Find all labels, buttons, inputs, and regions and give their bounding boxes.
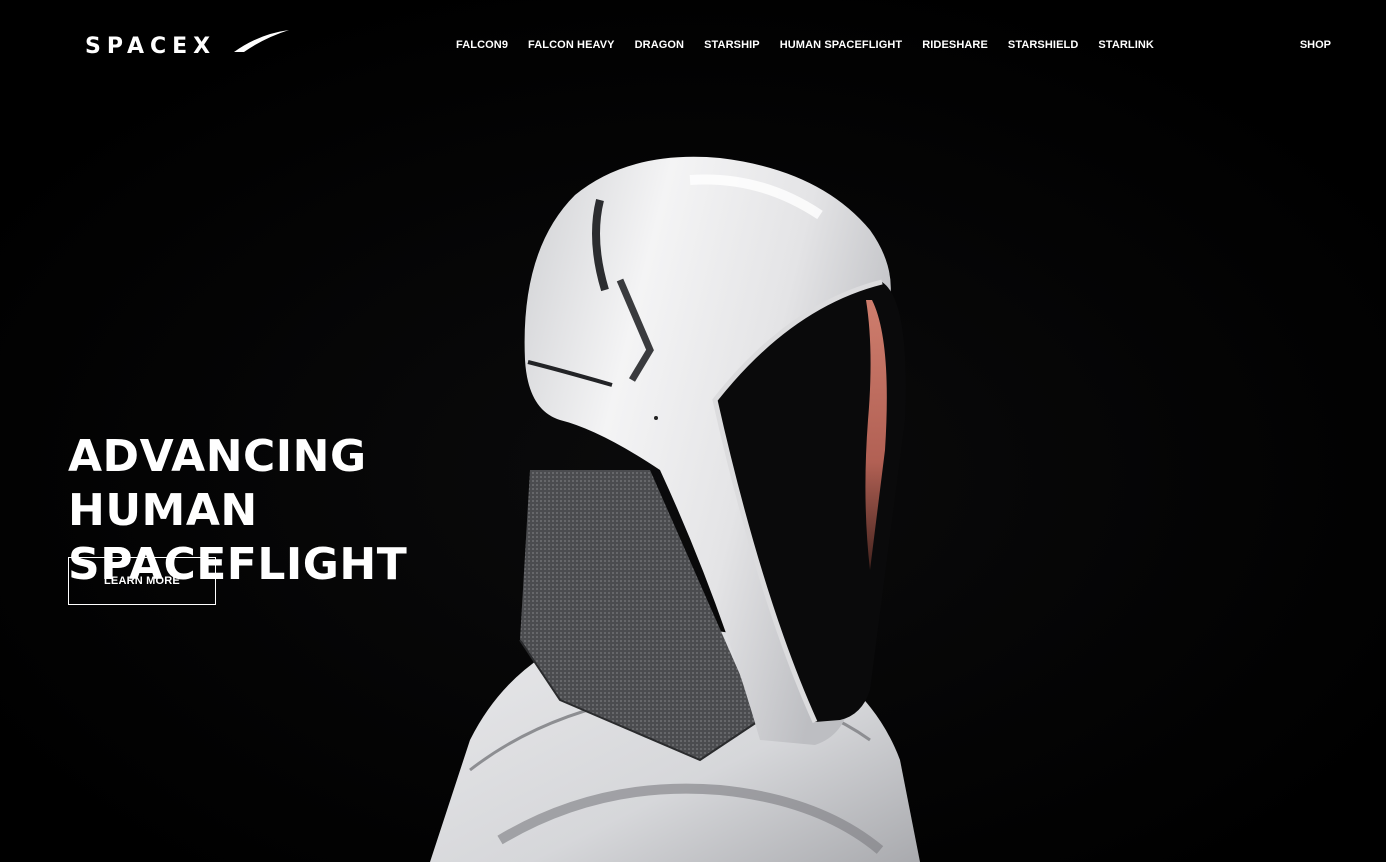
- page: SPACEX FALCON9 FALCON HEAVY DRAGON STARS…: [0, 0, 1386, 862]
- spacex-logo[interactable]: SPACEX: [84, 26, 290, 58]
- shop-link[interactable]: SHOP: [1300, 38, 1331, 52]
- nav-item-falcon9[interactable]: FALCON9: [456, 38, 508, 52]
- nav-item-rideshare[interactable]: RIDESHARE: [922, 38, 988, 52]
- site-header: SPACEX FALCON9 FALCON HEAVY DRAGON STARS…: [0, 0, 1386, 90]
- nav-item-starship[interactable]: STARSHIP: [704, 38, 760, 52]
- logo-wordmark: SPACEX: [85, 34, 216, 58]
- hero-title-line1: ADVANCING HUMAN: [68, 431, 367, 536]
- main-nav: FALCON9 FALCON HEAVY DRAGON STARSHIP HUM…: [456, 38, 1174, 52]
- nav-item-falcon-heavy[interactable]: FALCON HEAVY: [528, 38, 615, 52]
- learn-more-button[interactable]: LEARN MORE: [68, 557, 216, 605]
- nav-item-dragon[interactable]: DRAGON: [635, 38, 685, 52]
- nav-item-human-spaceflight[interactable]: HUMAN SPACEFLIGHT: [780, 38, 903, 52]
- nav-item-starlink[interactable]: STARLINK: [1098, 38, 1154, 52]
- nav-item-starshield[interactable]: STARSHIELD: [1008, 38, 1078, 52]
